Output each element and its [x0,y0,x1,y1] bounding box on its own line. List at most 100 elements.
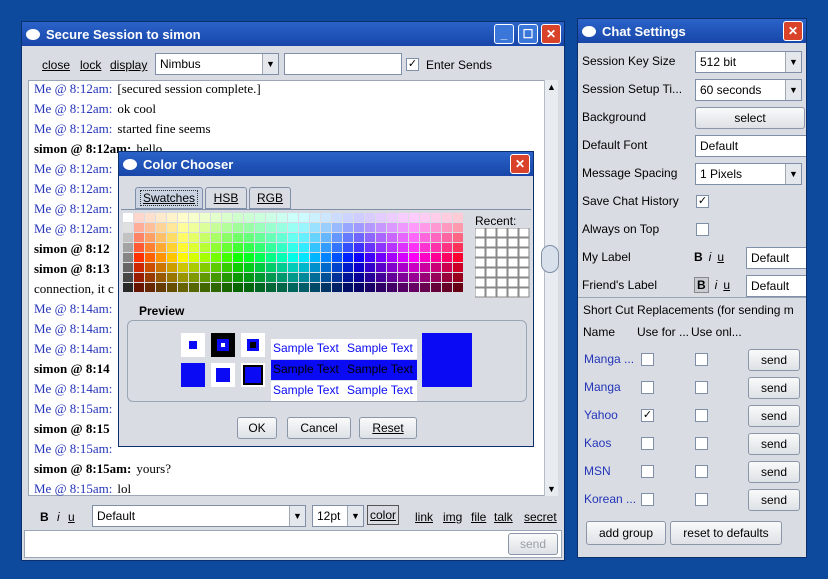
color-swatch[interactable] [332,243,342,252]
group-name[interactable]: Kaos [584,436,611,450]
tab-hsb[interactable]: HSB [205,187,247,209]
color-swatch[interactable] [387,263,397,272]
color-swatch[interactable] [387,283,397,292]
color-swatch[interactable] [189,213,199,222]
format-b[interactable]: B [694,250,703,264]
recent-swatch[interactable] [518,287,530,298]
color-swatch[interactable] [442,283,452,292]
color-swatch[interactable] [398,243,408,252]
recent-swatch[interactable] [475,237,486,248]
recent-swatch[interactable] [485,287,497,298]
recent-swatch[interactable] [518,267,530,278]
theme-select[interactable]: Nimbus ▼ [155,53,279,75]
font-select[interactable]: Default ▼ [92,505,306,527]
use-for-checkbox[interactable] [641,353,654,366]
recent-swatch[interactable] [496,257,508,268]
color-swatch[interactable] [332,263,342,272]
close-link[interactable]: close [42,58,70,72]
color-swatch[interactable] [409,273,419,282]
label-style-select[interactable]: Default [746,275,806,297]
recent-swatch[interactable] [475,287,486,298]
color-button[interactable]: color [367,505,400,525]
color-swatch[interactable] [453,283,463,292]
recent-swatch[interactable] [485,237,497,248]
recent-swatch[interactable] [496,228,508,238]
color-swatch[interactable] [200,243,210,252]
recent-swatch[interactable] [507,247,519,258]
scroll-thumb[interactable] [541,245,559,273]
session-titlebar[interactable]: Secure Session to simon _ ☐ ✕ [22,22,564,46]
color-swatch[interactable] [255,273,265,282]
color-swatch[interactable] [442,243,452,252]
recent-swatch[interactable] [475,257,486,268]
color-swatch[interactable] [189,253,199,262]
color-swatch[interactable] [299,233,309,242]
color-swatch[interactable] [442,273,452,282]
color-swatch[interactable] [145,233,155,242]
color-swatch[interactable] [156,223,166,232]
color-swatch[interactable] [178,283,188,292]
color-swatch[interactable] [167,273,177,282]
recent-swatch[interactable] [475,267,486,278]
color-swatch[interactable] [233,213,243,222]
swatch-grid[interactable] [123,213,463,299]
enter-sends-checkbox[interactable]: ✓ [406,58,419,71]
color-swatch[interactable] [332,253,342,262]
color-swatch[interactable] [288,283,298,292]
color-swatch[interactable] [321,263,331,272]
color-swatch[interactable] [310,213,320,222]
color-swatch[interactable] [277,263,287,272]
tab-rgb[interactable]: RGB [249,187,291,209]
color-swatch[interactable] [255,263,265,272]
color-swatch[interactable] [453,273,463,282]
color-swatch[interactable] [222,273,232,282]
italic-button[interactable]: i [57,510,60,524]
color-swatch[interactable] [453,243,463,252]
color-swatch[interactable] [354,283,364,292]
color-swatch[interactable] [178,243,188,252]
color-swatch[interactable] [343,233,353,242]
search-input[interactable] [284,53,402,75]
color-swatch[interactable] [420,283,430,292]
color-swatch[interactable] [266,243,276,252]
color-swatch[interactable] [189,243,199,252]
color-swatch[interactable] [431,263,441,272]
color-swatch[interactable] [156,263,166,272]
use-for-checkbox[interactable] [641,437,654,450]
color-swatch[interactable] [145,243,155,252]
use-for-checkbox[interactable] [641,381,654,394]
color-swatch[interactable] [299,283,309,292]
color-swatch[interactable] [409,223,419,232]
color-swatch[interactable] [244,233,254,242]
bold-button[interactable]: B [40,510,49,524]
cancel-button[interactable]: Cancel [287,417,351,439]
group-name[interactable]: Yahoo [584,408,618,422]
scroll-down-icon[interactable]: ▼ [547,484,556,494]
recent-swatch[interactable] [475,247,486,258]
color-swatch[interactable] [244,243,254,252]
color-swatch[interactable] [200,283,210,292]
color-swatch[interactable] [409,213,419,222]
color-swatch[interactable] [354,253,364,262]
color-swatch[interactable] [244,253,254,262]
color-swatch[interactable] [233,263,243,272]
recent-swatch[interactable] [507,257,519,268]
color-swatch[interactable] [178,253,188,262]
scroll-up-icon[interactable]: ▲ [547,82,556,92]
color-swatch[interactable] [277,253,287,262]
color-swatch[interactable] [123,263,133,272]
recent-swatch[interactable] [507,287,519,298]
color-swatch[interactable] [376,243,386,252]
color-swatch[interactable] [200,213,210,222]
color-swatch[interactable] [310,223,320,232]
recent-swatch[interactable] [475,277,486,288]
color-swatch[interactable] [233,283,243,292]
color-swatch[interactable] [266,263,276,272]
recent-swatch[interactable] [507,267,519,278]
color-swatch[interactable] [277,243,287,252]
chat-scrollbar[interactable]: ▲ ▼ [541,80,559,496]
group-send-button[interactable]: send [748,405,800,427]
color-swatch[interactable] [200,263,210,272]
use-only-checkbox[interactable] [695,381,708,394]
color-swatch[interactable] [376,213,386,222]
